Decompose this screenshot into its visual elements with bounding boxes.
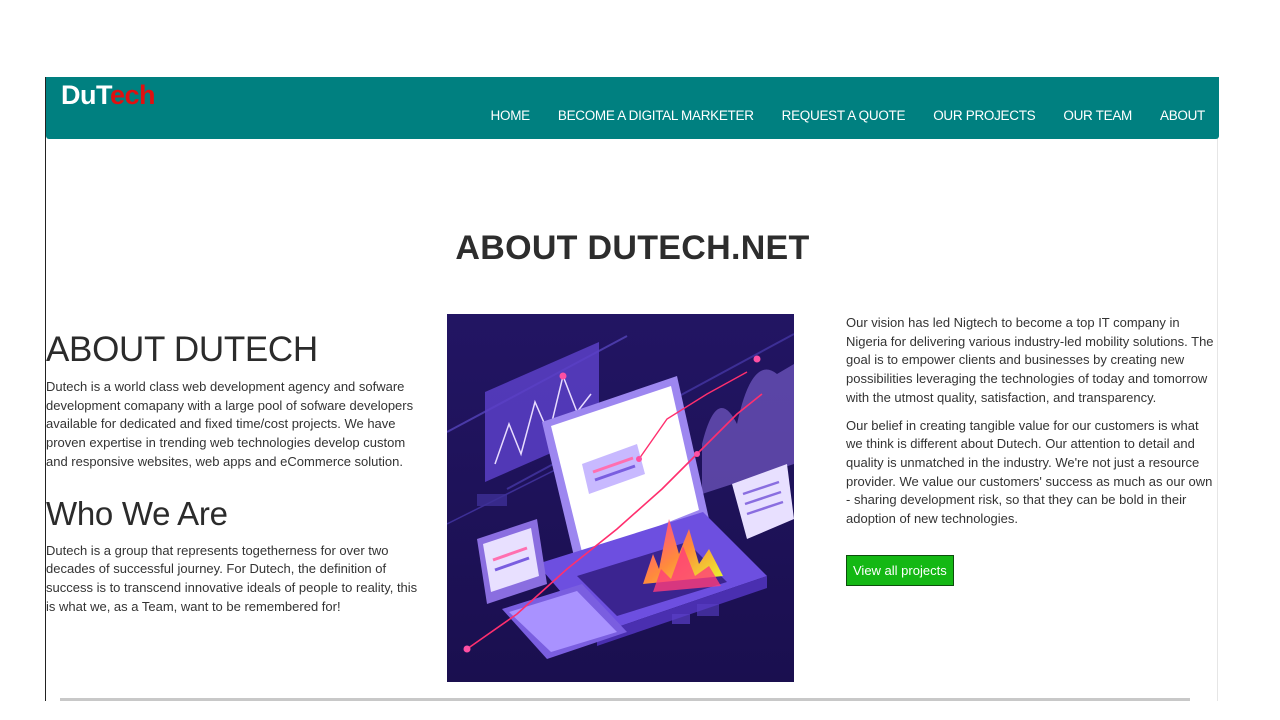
page-frame: DuTech HOME BECOME A DIGITAL MARKETER RE… bbox=[45, 77, 1219, 701]
horizontal-scrollbar[interactable] bbox=[60, 698, 1190, 701]
about-heading: ABOUT DUTECH bbox=[46, 330, 318, 369]
nav-our-team[interactable]: OUR TEAM bbox=[1063, 108, 1132, 123]
nav-home[interactable]: HOME bbox=[491, 108, 531, 123]
about-column: ABOUT DUTECH Dutech is a world class web… bbox=[46, 330, 421, 616]
nav-menu: HOME BECOME A DIGITAL MARKETER REQUEST A… bbox=[491, 108, 1206, 123]
belief-text: Our belief in creating tangible value fo… bbox=[846, 417, 1213, 527]
page-title: ABOUT DUTECH.NET bbox=[455, 229, 810, 267]
logo-part-white: DuT bbox=[61, 80, 110, 110]
laptop-analytics-illustration bbox=[447, 314, 794, 682]
who-we-are-heading: Who We Are bbox=[46, 494, 228, 532]
logo-part-red: ech bbox=[109, 80, 156, 110]
vision-column: Our vision has led Nigtech to become a t… bbox=[846, 314, 1216, 538]
site-logo[interactable]: DuTech bbox=[61, 80, 156, 111]
nav-request-quote[interactable]: REQUEST A QUOTE bbox=[782, 108, 906, 123]
vision-text: Our vision has led Nigtech to become a t… bbox=[846, 315, 1214, 405]
nav-become-digital-marketer[interactable]: BECOME A DIGITAL MARKETER bbox=[558, 108, 754, 123]
nav-about[interactable]: ABOUT bbox=[1160, 108, 1205, 123]
who-we-are-text: Dutech is a group that represents togeth… bbox=[46, 542, 418, 614]
about-text: Dutech is a world class web development … bbox=[46, 379, 414, 469]
view-all-projects-button[interactable]: View all projects bbox=[846, 555, 954, 586]
nav-our-projects[interactable]: OUR PROJECTS bbox=[933, 108, 1035, 123]
navbar: DuTech HOME BECOME A DIGITAL MARKETER RE… bbox=[46, 77, 1219, 139]
